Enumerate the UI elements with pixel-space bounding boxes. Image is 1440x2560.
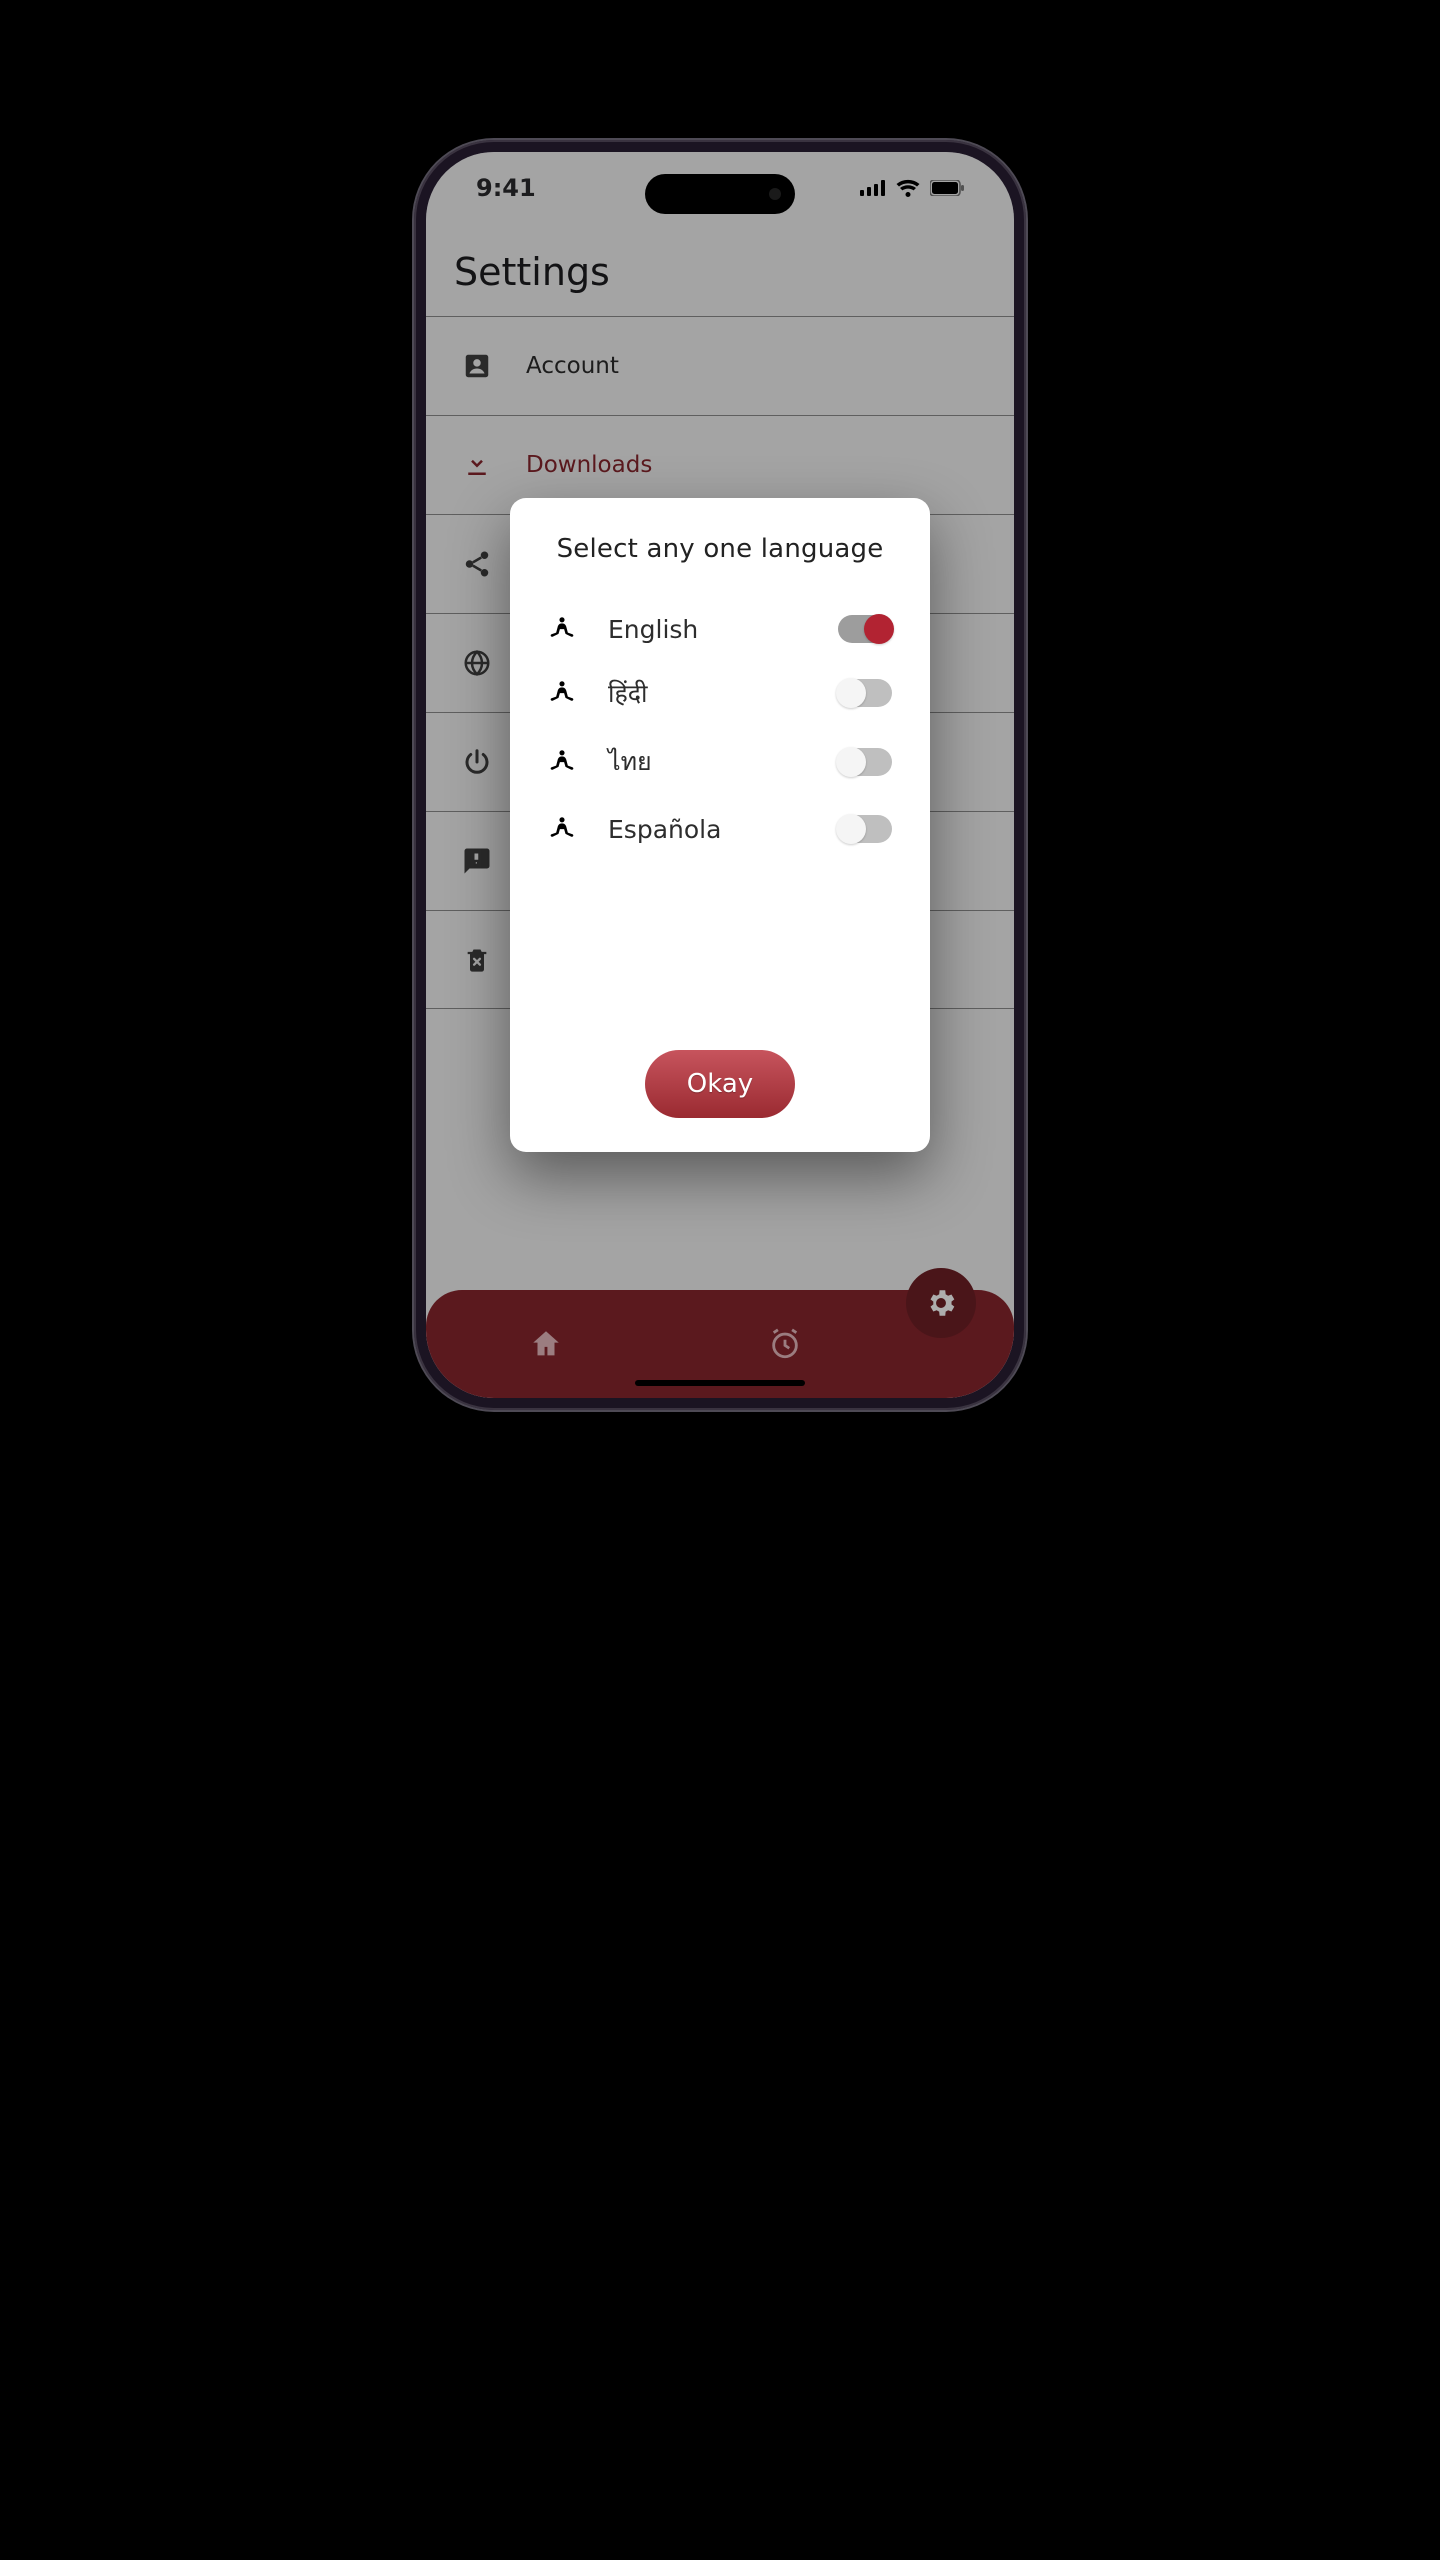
settings-row-account[interactable]: Account — [426, 316, 1014, 415]
language-row[interactable]: ไทย — [544, 726, 896, 798]
home-icon — [529, 1327, 563, 1361]
alarm-icon — [768, 1327, 802, 1361]
language-label: English — [608, 615, 808, 644]
language-row[interactable]: हिंदी — [544, 660, 896, 726]
meditation-icon — [548, 747, 578, 777]
language-toggle[interactable] — [838, 615, 892, 643]
language-toggle[interactable] — [838, 815, 892, 843]
gear-icon — [924, 1286, 958, 1320]
language-modal: Select any one language EnglishहिंदीไทยE… — [510, 498, 930, 1152]
meditation-icon — [548, 614, 578, 644]
language-row[interactable]: Española — [544, 798, 896, 860]
meditation-icon — [548, 814, 578, 844]
feedback-icon — [460, 844, 494, 878]
trash-icon — [460, 943, 494, 977]
settings-row-label: Downloads — [526, 452, 652, 478]
battery-icon — [930, 180, 964, 196]
language-label: Española — [608, 815, 808, 844]
share-icon — [460, 547, 494, 581]
device-frame: 9:41 Settings Account — [414, 140, 1026, 1410]
language-row[interactable]: English — [544, 598, 896, 660]
person-icon — [460, 349, 494, 383]
dynamic-island — [645, 174, 795, 214]
page-title: Settings — [426, 244, 1014, 316]
cellular-icon — [860, 180, 886, 196]
status-icons — [860, 179, 964, 197]
nav-settings-fab[interactable] — [906, 1268, 976, 1338]
language-label: हिंदी — [608, 676, 808, 710]
wifi-icon — [896, 179, 920, 197]
language-toggle[interactable] — [838, 679, 892, 707]
settings-row-label: Account — [526, 353, 619, 379]
nav-home[interactable] — [426, 1290, 665, 1398]
home-indicator — [635, 1380, 805, 1386]
power-icon — [460, 745, 494, 779]
language-toggle[interactable] — [838, 748, 892, 776]
download-icon — [460, 448, 494, 482]
language-list: English हिंदी ไทย Española — [544, 598, 896, 860]
status-time: 9:41 — [476, 174, 536, 202]
modal-title: Select any one language — [544, 534, 896, 564]
okay-button[interactable]: Okay — [645, 1050, 795, 1118]
meditation-icon — [548, 678, 578, 708]
screen: 9:41 Settings Account — [426, 152, 1014, 1398]
globe-icon — [460, 646, 494, 680]
language-label: ไทย — [608, 742, 808, 782]
